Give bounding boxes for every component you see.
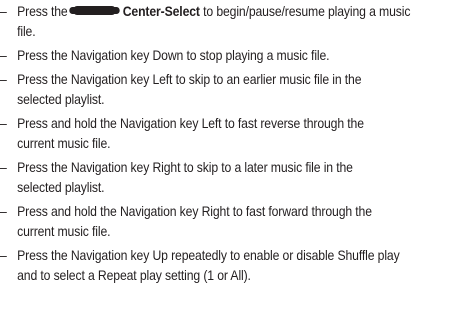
list-item-stop: – Press the Navigation key Down to stop p… [0,46,427,66]
item-text: Press and hold the Navigation key Right … [17,204,372,219]
item-continuation: current music file. [17,224,111,239]
item-text: Press the Navigation key Right to skip t… [17,160,353,175]
list-dash: – [0,204,7,219]
list-dash: – [0,4,7,19]
item-continuation: file. [17,24,36,39]
list-dash: – [0,160,7,175]
list-item-center-select: – Press the Center-Select to begin/pause/… [0,2,427,42]
center-select-key-icon [69,6,120,15]
list-dash: – [0,248,7,263]
item-text: Press the Navigation key Up repeatedly t… [17,248,400,263]
list-item-shuffle-repeat: – Press the Navigation key Up repeatedly … [0,246,427,286]
item-text: Press the Navigation key Down to stop pl… [17,48,330,63]
list-item-skip-later: – Press the Navigation key Right to skip … [0,158,427,198]
list-dash: – [0,48,7,63]
instruction-list: – Press the Center-Select to begin/pause/… [0,0,474,326]
item-text-suffix: to begin/pause/resume playing a music [203,4,411,19]
list-item-fast-reverse: – Press and hold the Navigation key Left … [0,114,427,154]
item-text-prefix: Press the [17,4,68,19]
item-continuation: selected playlist. [17,92,105,107]
list-item-skip-earlier: – Press the Navigation key Left to skip t… [0,70,427,110]
item-text: Press the Navigation key Left to skip to… [17,72,362,87]
item-continuation: and to select a Repeat play setting (1 o… [17,268,251,283]
list-dash: – [0,116,7,131]
list-dash: – [0,72,7,87]
item-text: Press and hold the Navigation key Left t… [17,116,364,131]
item-continuation: current music file. [17,136,111,151]
center-select-label: Center-Select [122,4,200,19]
item-continuation: selected playlist. [17,180,105,195]
list-item-fast-forward: – Press and hold the Navigation key Right… [0,202,427,242]
